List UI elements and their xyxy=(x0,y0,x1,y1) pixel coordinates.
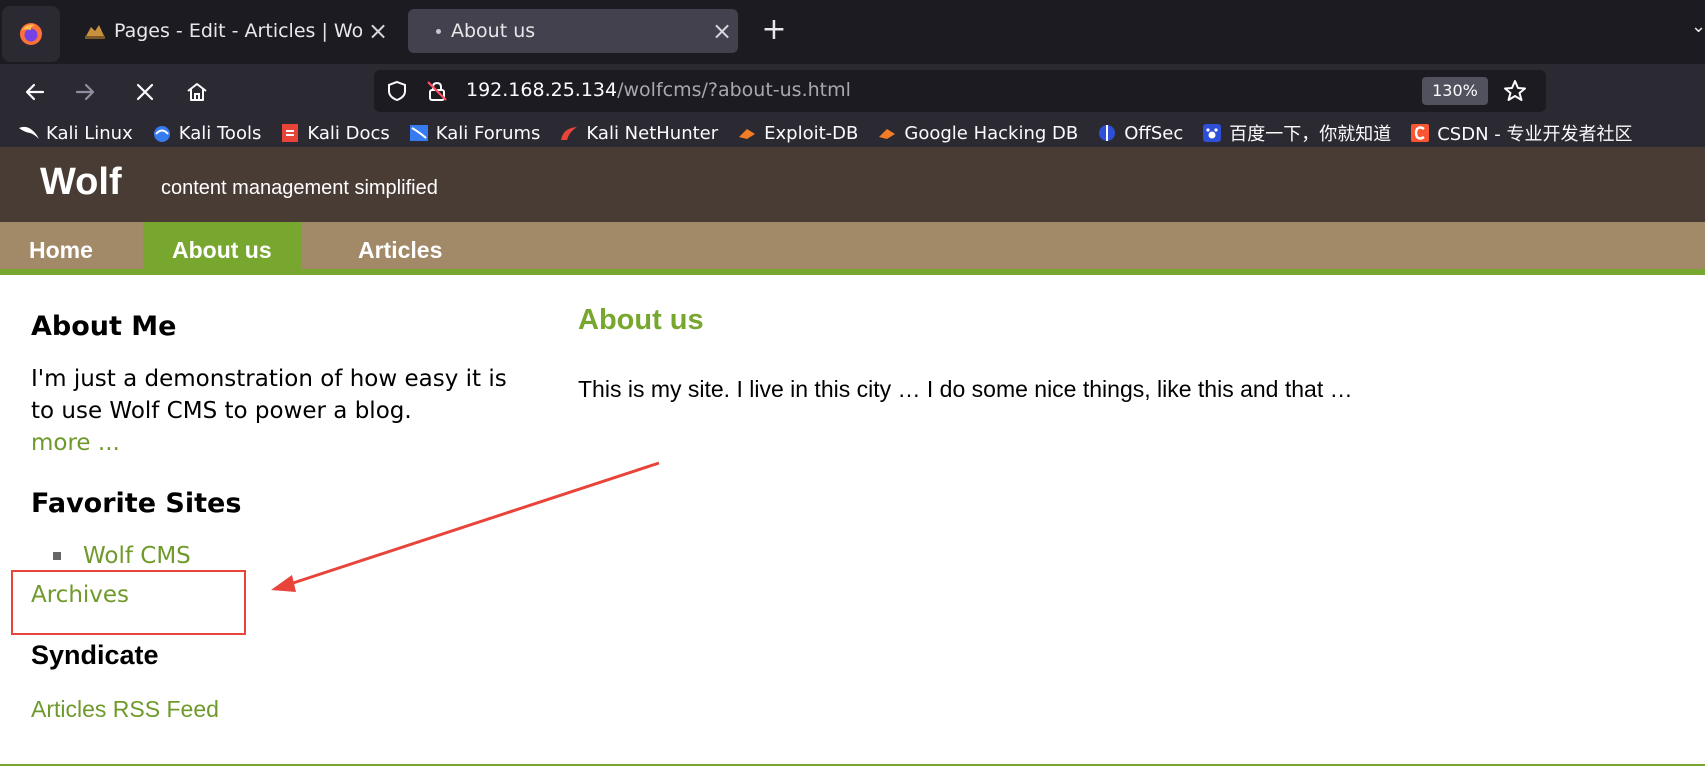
back-arrow-icon xyxy=(25,83,45,101)
tab-pages-edit[interactable]: Pages - Edit - Articles | Wolf CMS × xyxy=(74,9,394,53)
stop-x-icon xyxy=(136,83,154,101)
forward-button[interactable] xyxy=(66,73,104,111)
bookmark-offsec[interactable]: OffSec xyxy=(1096,123,1183,144)
ghdb-icon xyxy=(876,123,898,143)
site-header: Wolf content management simplified xyxy=(0,147,1705,222)
stop-button[interactable] xyxy=(126,73,164,111)
bookmark-kali-tools[interactable]: Kali Tools xyxy=(151,122,262,144)
bookmark-label: Kali Docs xyxy=(307,122,390,144)
zoom-level-button[interactable]: 130% xyxy=(1422,77,1488,105)
kali-tools-icon xyxy=(151,123,173,143)
baidu-paw-icon xyxy=(1201,123,1223,143)
kali-docs-icon xyxy=(279,123,301,143)
url-host: 192.168.25.134 xyxy=(466,79,618,101)
bookmark-label: Google Hacking DB xyxy=(904,122,1079,144)
close-tab-icon[interactable]: × xyxy=(362,17,394,45)
firefox-icon xyxy=(20,23,42,45)
bookmark-label: Exploit-DB xyxy=(764,122,859,144)
bookmark-star-icon[interactable] xyxy=(1502,78,1528,104)
site-name[interactable]: Wolf xyxy=(40,161,122,204)
kali-forums-icon xyxy=(408,123,430,143)
home-button[interactable] xyxy=(178,73,216,111)
tab-title: About us xyxy=(451,20,536,42)
bookmark-exploit-db[interactable]: Exploit-DB xyxy=(736,123,858,144)
list-tabs-icon[interactable]: ⌄ xyxy=(1691,16,1705,42)
bookmark-label: Kali Forums xyxy=(435,122,541,144)
bookmark-kali-nethunter[interactable]: Kali NetHunter xyxy=(558,123,718,144)
back-button[interactable] xyxy=(16,73,54,111)
url-bar[interactable]: 192.168.25.134/wolfcms/?about-us.html 13… xyxy=(374,70,1546,112)
offsec-icon xyxy=(1096,123,1118,143)
bookmark-csdn[interactable]: CSDN - 专业开发者社区 xyxy=(1409,120,1632,146)
bookmark-label: Kali Linux xyxy=(46,122,133,144)
bookmark-label: Kali Tools xyxy=(178,122,262,144)
close-tab-icon[interactable]: × xyxy=(706,17,738,45)
nav-articles[interactable]: Articles xyxy=(329,222,471,269)
sidebar: About Me I'm just a demonstration of how… xyxy=(31,311,511,519)
nav-about-us[interactable]: About us xyxy=(143,222,301,269)
home-icon xyxy=(187,83,207,101)
exploit-db-icon xyxy=(736,123,758,143)
bookmark-kali-forums[interactable]: Kali Forums xyxy=(408,122,541,144)
annotation-highlight-box xyxy=(11,570,246,635)
list-item: Wolf CMS xyxy=(53,543,191,569)
kali-nethunter-icon xyxy=(558,123,580,143)
firefox-menu-button[interactable] xyxy=(2,6,60,62)
more-link[interactable]: more ... xyxy=(31,427,511,459)
site-navigation: Home About us Articles xyxy=(0,222,1705,275)
tab-title: Pages - Edit - Articles | Wolf CMS xyxy=(114,20,362,42)
bookmark-google-hacking-db[interactable]: Google Hacking DB xyxy=(876,123,1078,144)
tracking-protection-shield-icon[interactable] xyxy=(386,80,408,102)
navigation-toolbar: 192.168.25.134/wolfcms/?about-us.html 13… xyxy=(0,64,1705,119)
content-body: This is my site. I live in this city … I… xyxy=(578,376,1353,402)
insecure-lock-icon[interactable] xyxy=(426,80,448,102)
favorite-link-wolf-cms[interactable]: Wolf CMS xyxy=(83,543,191,569)
csdn-icon xyxy=(1409,123,1431,143)
url-text[interactable]: 192.168.25.134/wolfcms/?about-us.html xyxy=(466,79,851,101)
loading-dot-icon xyxy=(436,28,441,34)
content-title: About us xyxy=(578,304,704,336)
bullet-icon xyxy=(53,552,61,560)
bookmarks-toolbar: Kali Linux Kali Tools Kali Docs Kali For… xyxy=(0,119,1705,147)
kali-dragon-icon xyxy=(18,123,40,143)
site-slogan: content management simplified xyxy=(161,177,438,199)
bookmark-label: 百度一下，你就知道 xyxy=(1229,124,1392,145)
wolf-favicon-icon xyxy=(85,25,105,39)
forward-arrow-icon xyxy=(75,83,95,101)
favorite-sites-heading: Favorite Sites xyxy=(31,488,242,519)
bookmark-label: Kali NetHunter xyxy=(586,122,719,144)
nav-home[interactable]: Home xyxy=(0,222,122,269)
bookmark-baidu[interactable]: 百度一下，你就知道 xyxy=(1201,120,1391,146)
tab-about-us[interactable]: About us × xyxy=(408,9,738,53)
bookmark-kali-linux[interactable]: Kali Linux xyxy=(18,123,133,144)
bookmark-kali-docs[interactable]: Kali Docs xyxy=(279,122,390,144)
bookmark-label: CSDN - 专业开发者社区 xyxy=(1437,124,1633,145)
syndicate-heading: Syndicate xyxy=(31,640,159,670)
url-path: /wolfcms/?about-us.html xyxy=(617,79,851,101)
rss-feed-link[interactable]: Articles RSS Feed xyxy=(31,696,219,723)
about-me-heading: About Me xyxy=(31,311,177,342)
tab-bar: Pages - Edit - Articles | Wolf CMS × Abo… xyxy=(0,0,1705,64)
about-me-text: I'm just a demonstration of how easy it … xyxy=(31,366,507,424)
new-tab-button[interactable]: + xyxy=(756,12,792,50)
bookmark-label: OffSec xyxy=(1124,122,1184,144)
main-content: About us This is my site. I live in this… xyxy=(578,304,1358,405)
